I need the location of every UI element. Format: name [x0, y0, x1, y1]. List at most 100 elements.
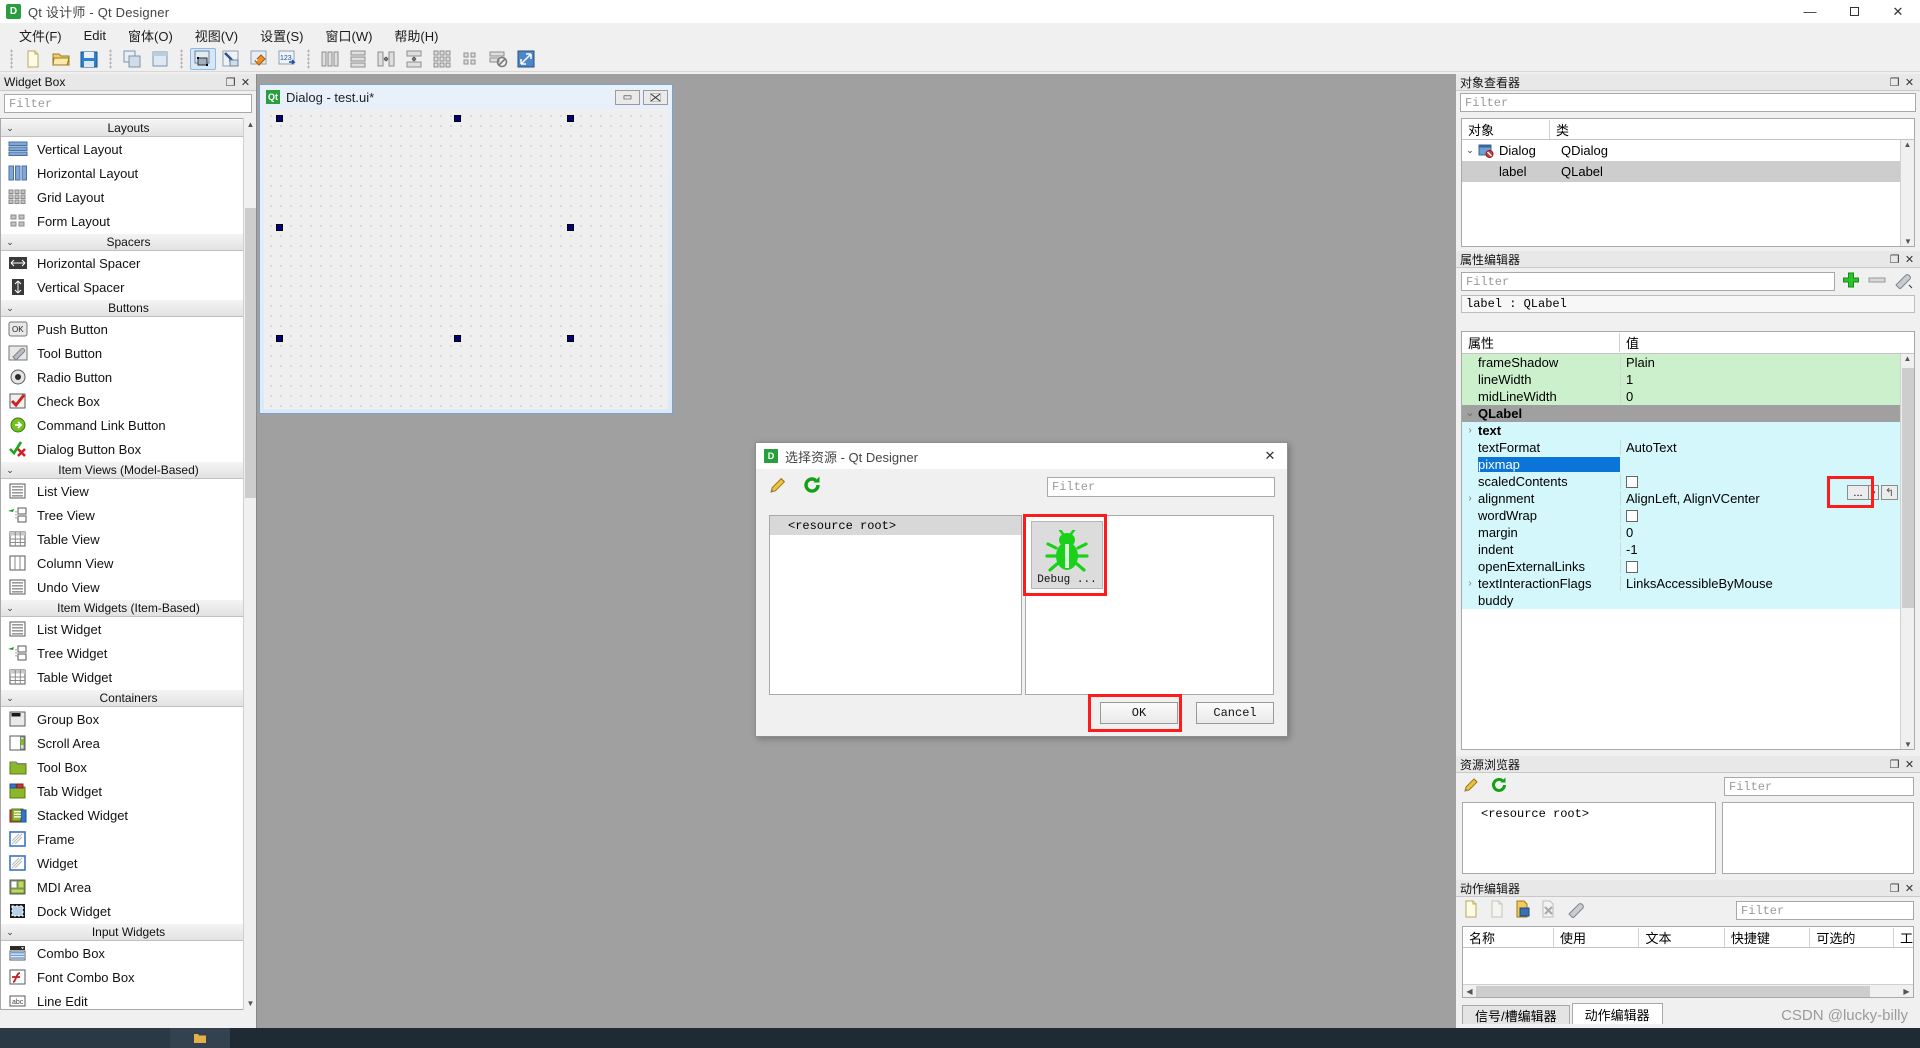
layout-form-icon[interactable]	[457, 48, 483, 70]
taskbar-item[interactable]	[0, 1028, 170, 1048]
widget-item[interactable]: Dock Widget	[1, 899, 256, 923]
property-row[interactable]: openExternalLinks	[1462, 558, 1900, 575]
close-button[interactable]: ✕	[1876, 0, 1920, 24]
resource-preview-pane[interactable]	[1722, 802, 1914, 874]
break-layout-icon[interactable]	[485, 48, 511, 70]
resize-handle-top-right[interactable]	[567, 115, 574, 122]
object-row-label[interactable]: label QLabel	[1462, 161, 1914, 182]
paste-window-icon[interactable]	[147, 48, 173, 70]
tab-action-editor[interactable]: 动作编辑器	[1571, 1003, 1663, 1024]
dialog-filter-input[interactable]: Filter	[1047, 476, 1275, 497]
action-editor-hscrollbar[interactable]: ◀ ▶	[1463, 984, 1913, 997]
widget-item[interactable]: Dialog Button Box	[1, 437, 256, 461]
view-mode-icon[interactable]	[1566, 900, 1586, 921]
resize-handle-bottom-center[interactable]	[454, 335, 461, 342]
widget-item[interactable]: Frame	[1, 827, 256, 851]
taskbar-folder-icon[interactable]	[170, 1028, 230, 1048]
widget-item[interactable]: OK Push Button	[1, 317, 256, 341]
close-icon[interactable]: ✕	[1903, 76, 1916, 89]
undock-icon[interactable]: ❐	[1888, 253, 1901, 266]
widget-group-header[interactable]: ⌄ Buttons	[1, 299, 256, 317]
undock-icon[interactable]: ❐	[1888, 758, 1901, 771]
edit-widgets-icon[interactable]	[190, 47, 216, 70]
dialog-resource-tree[interactable]: <resource root>	[769, 515, 1022, 695]
menu-form[interactable]: 窗体(O)	[117, 24, 184, 47]
property-row[interactable]: frameShadow Plain	[1462, 354, 1900, 371]
open-folder-icon[interactable]	[48, 48, 74, 70]
chevron-down-icon[interactable]: ⌄	[1, 927, 19, 938]
close-icon[interactable]: ✕	[1903, 758, 1916, 771]
widget-box-list[interactable]: ⌄ Layouts Vertical Layout Horizontal Layout…	[0, 118, 256, 1010]
menu-edit[interactable]: Edit	[73, 26, 117, 45]
property-value[interactable]: 0	[1620, 389, 1900, 404]
widget-item[interactable]: Vertical Spacer	[1, 275, 256, 299]
pencil-icon[interactable]	[1462, 776, 1480, 797]
reload-icon[interactable]	[802, 475, 822, 498]
close-icon[interactable]: ✕	[239, 76, 252, 89]
widget-item[interactable]: Check Box	[1, 389, 256, 413]
scroll-up-icon[interactable]: ▲	[1901, 354, 1914, 363]
property-editor-scrollbar[interactable]: ▲ ▼	[1900, 354, 1914, 749]
property-editor-filter-input[interactable]: Filter	[1461, 272, 1835, 291]
chevron-down-icon[interactable]: ⌄	[1, 603, 19, 614]
widget-item[interactable]: Font Combo Box	[1, 965, 256, 989]
widget-item[interactable]: Stacked Widget	[1, 803, 256, 827]
widget-item[interactable]: Scroll Area	[1, 731, 256, 755]
chevron-down-icon[interactable]: ⌄	[1, 123, 19, 134]
form-close-button[interactable]	[643, 89, 668, 105]
property-row[interactable]: ⌄ QLabel	[1462, 405, 1900, 422]
object-inspector-scrollbar[interactable]: ▲ ▼	[1900, 140, 1914, 246]
scrollbar-thumb[interactable]	[1476, 985, 1870, 997]
chevron-down-icon[interactable]: ⌄	[1, 693, 19, 704]
chevron-right-icon[interactable]: ›	[1462, 425, 1478, 436]
tab-signal-slot-editor[interactable]: 信号/槽编辑器	[1462, 1005, 1570, 1024]
scroll-right-icon[interactable]: ▶	[1900, 987, 1913, 996]
widget-group-header[interactable]: ⌄ Spacers	[1, 233, 256, 251]
select-resource-dialog[interactable]: D 选择资源 - Qt Designer ✕ Filter <resource …	[755, 442, 1288, 737]
property-value[interactable]	[1620, 559, 1900, 574]
delete-action-icon[interactable]	[1540, 900, 1558, 921]
widget-item[interactable]: Command Link Button	[1, 413, 256, 437]
copy-windows-icon[interactable]	[119, 48, 145, 70]
widget-group-header[interactable]: ⌄ Item Views (Model-Based)	[1, 461, 256, 479]
widget-item[interactable]: Vertical Layout	[1, 137, 256, 161]
widget-group-header[interactable]: ⌄ Containers	[1, 689, 256, 707]
widget-item[interactable]: Widget	[1, 851, 256, 875]
property-rows-container[interactable]: frameShadow Plain lineWidth 1 midLineWidth 0 ⌄…	[1462, 354, 1900, 749]
form-canvas[interactable]	[264, 109, 668, 409]
widget-item[interactable]: Tree View	[1, 503, 256, 527]
property-row[interactable]: pixmap	[1462, 456, 1900, 473]
layout-horizontally-icon[interactable]	[317, 48, 343, 70]
resize-handle-middle-left[interactable]	[276, 224, 283, 231]
close-icon[interactable]: ✕	[1903, 882, 1916, 895]
scroll-down-icon[interactable]: ▼	[1901, 237, 1915, 246]
pencil-icon[interactable]	[768, 475, 788, 498]
object-inspector-filter-input[interactable]: Filter	[1460, 93, 1916, 112]
property-value[interactable]	[1620, 508, 1900, 523]
widget-item[interactable]: MDI Area	[1, 875, 256, 899]
widget-item[interactable]: Grid Layout	[1, 185, 256, 209]
resize-handle-top-left[interactable]	[276, 115, 283, 122]
widget-item[interactable]: Table View	[1, 527, 256, 551]
chevron-right-icon[interactable]: ›	[1462, 578, 1478, 589]
menu-file[interactable]: 文件(F)	[8, 24, 73, 47]
layout-splitter-v-icon[interactable]	[401, 48, 427, 70]
property-row[interactable]: indent -1	[1462, 541, 1900, 558]
widget-item[interactable]: Tool Button	[1, 341, 256, 365]
object-row-dialog[interactable]: ⌄ Dialog QDialog	[1462, 140, 1914, 161]
edit-tab-order-icon[interactable]: 123	[274, 48, 300, 70]
property-row[interactable]: › text	[1462, 422, 1900, 439]
menu-settings[interactable]: 设置(S)	[249, 24, 314, 47]
property-checkbox[interactable]	[1626, 476, 1638, 488]
resize-handle-bottom-left[interactable]	[276, 335, 283, 342]
scroll-down-icon[interactable]: ▼	[1901, 740, 1914, 749]
resource-browser-filter-input[interactable]: Filter	[1724, 777, 1914, 796]
property-editor-table[interactable]: 属性 值 frameShadow Plain lineWidth 1 midLineWi…	[1461, 331, 1915, 750]
menu-window[interactable]: 窗口(W)	[314, 24, 383, 47]
widget-item[interactable]: abc Line Edit	[1, 989, 256, 1009]
widget-item[interactable]: Tab Widget	[1, 779, 256, 803]
property-row[interactable]: textFormat AutoText	[1462, 439, 1900, 456]
widget-item[interactable]: Form Layout	[1, 209, 256, 233]
cancel-button[interactable]: Cancel	[1196, 702, 1274, 724]
widget-item[interactable]: Horizontal Layout	[1, 161, 256, 185]
